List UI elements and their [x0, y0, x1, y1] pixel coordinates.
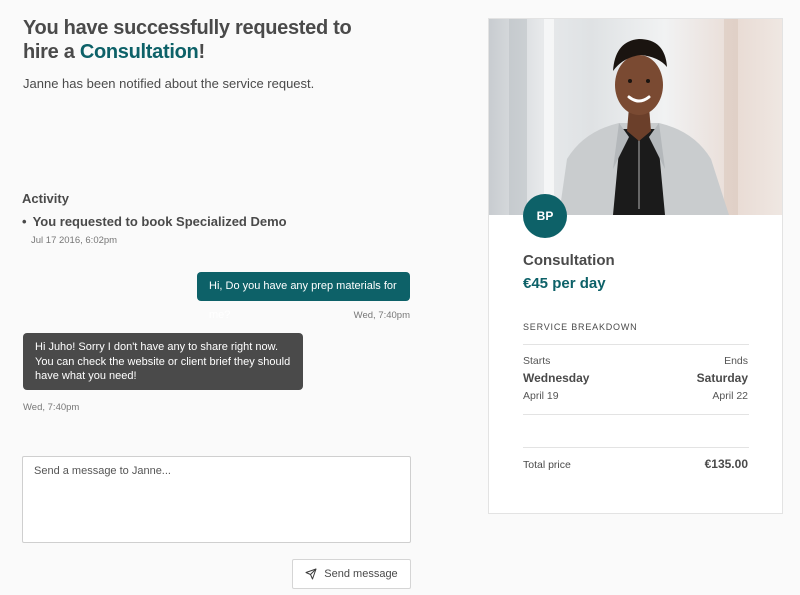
end-day: Saturday	[696, 371, 748, 385]
listing-title: Consultation	[523, 252, 615, 269]
person-photo-illustration	[509, 19, 738, 215]
total-price-label: Total price	[523, 459, 571, 471]
message-input[interactable]: Send a message to Janne...	[22, 456, 411, 543]
outgoing-message-bubble: Hi, Do you have any prep materials for m…	[197, 272, 410, 321]
bullet-icon: •	[22, 214, 27, 229]
service-breakdown-heading: SERVICE BREAKDOWN	[523, 322, 638, 332]
avatar: BP	[523, 194, 567, 238]
listing-photo	[489, 19, 782, 215]
activity-heading: Activity	[22, 191, 69, 206]
activity-item-text: You requested to book Specialized Demo	[32, 214, 287, 229]
starts-label: Starts	[523, 355, 551, 367]
start-date: April 19	[523, 390, 559, 402]
total-price-value: €135.00	[704, 457, 748, 471]
title-service-name: Consultation	[79, 41, 199, 63]
divider	[523, 414, 749, 415]
title-suffix: !	[198, 41, 205, 63]
notification-subtitle: Janne has been notified about the servic…	[23, 76, 315, 91]
activity-item-time: Jul 17 2016, 6:02pm	[31, 235, 118, 246]
listing-card: BP Consultation €45 per day SERVICE BREA…	[488, 18, 783, 514]
incoming-message-time: Wed, 7:40pm	[23, 402, 80, 413]
activity-item: • You requested to book Specialized Demo	[22, 214, 287, 229]
incoming-message-bubble: Hi Juho! Sorry I don't have any to share…	[23, 333, 303, 390]
divider	[523, 344, 749, 345]
end-date: April 22	[712, 390, 748, 402]
start-day: Wednesday	[523, 371, 590, 385]
outgoing-message-time: Wed, 7:40pm	[353, 310, 410, 321]
send-message-button[interactable]: Send message	[292, 559, 411, 589]
ends-label: Ends	[724, 355, 748, 367]
listing-price: €45 per day	[523, 275, 606, 292]
page-title: You have successfully requested to hire …	[23, 16, 353, 64]
paper-plane-icon	[305, 568, 317, 580]
send-message-label: Send message	[324, 568, 398, 580]
divider	[523, 447, 749, 448]
